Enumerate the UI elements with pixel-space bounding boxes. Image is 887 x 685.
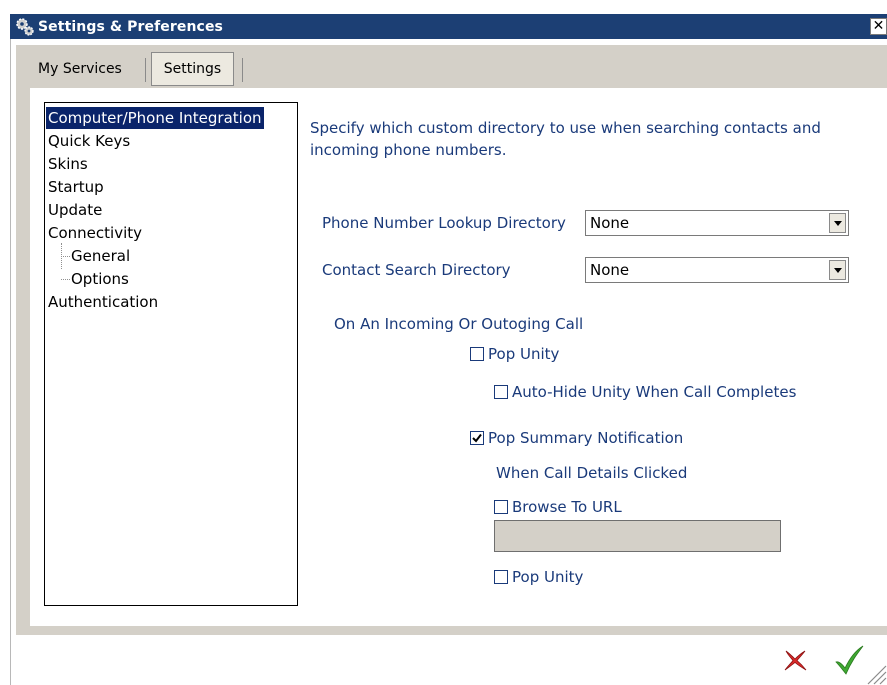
browse-url-checkbox[interactable] [494,500,508,514]
window-border [10,39,11,685]
tree-item-update[interactable]: Update [46,199,104,221]
phone-lookup-value: None [590,214,630,232]
pop-unity-option[interactable]: Pop Unity [470,343,559,365]
pop-unity-label: Pop Unity [488,345,560,363]
pop-unity-2-option[interactable]: Pop Unity [494,566,583,588]
settings-category-tree[interactable]: Computer/Phone Integration Quick Keys Sk… [44,102,298,606]
tree-item-quick-keys[interactable]: Quick Keys [46,130,132,152]
call-details-label: When Call Details Clicked [496,464,688,482]
tree-item-general[interactable]: General [71,245,130,267]
pop-unity-checkbox[interactable] [470,347,484,361]
tree-item-computer-phone-integration[interactable]: Computer/Phone Integration [46,107,264,129]
tree-connector-line [61,279,70,280]
tree-item-authentication[interactable]: Authentication [46,291,160,313]
auto-hide-option[interactable]: Auto-Hide Unity When Call Completes [494,381,796,403]
url-input[interactable] [494,520,781,552]
call-section-label: On An Incoming Or Outoging Call [334,315,584,333]
chevron-down-icon[interactable] [829,260,846,280]
browse-url-label: Browse To URL [512,498,622,516]
chevron-down-icon[interactable] [829,213,846,233]
close-button[interactable]: ✕ [870,18,887,35]
cancel-button[interactable] [780,645,810,675]
pop-summary-option[interactable]: Pop Summary Notification [470,427,683,449]
pop-summary-label: Pop Summary Notification [488,429,684,447]
tree-item-skins[interactable]: Skins [46,153,90,175]
pop-summary-checkbox[interactable] [470,431,484,445]
auto-hide-label: Auto-Hide Unity When Call Completes [512,383,797,401]
checkmark-icon [472,433,482,443]
pop-unity-2-label: Pop Unity [512,568,584,586]
browse-url-option[interactable]: Browse To URL [494,496,622,518]
gears-icon [14,16,36,38]
pop-unity-2-checkbox[interactable] [494,570,508,584]
tab-settings[interactable]: Settings [151,52,234,86]
title-bar: Settings & Preferences ✕ [10,14,887,39]
panel-description: Specify which custom directory to use wh… [310,119,821,159]
tab-divider [145,58,146,82]
phone-lookup-label: Phone Number Lookup Directory [322,214,566,232]
tree-item-startup[interactable]: Startup [46,176,106,198]
contact-search-directory-select[interactable]: None [585,257,849,283]
window-title: Settings & Preferences [38,18,223,35]
phone-lookup-directory-select[interactable]: None [585,210,849,236]
ok-button[interactable] [832,643,866,677]
contact-search-label: Contact Search Directory [322,261,511,279]
resize-grip-icon[interactable] [862,660,887,685]
tab-my-services-label: My Services [38,61,122,77]
tree-item-options[interactable]: Options [71,268,129,290]
contact-search-value: None [590,261,630,279]
tab-settings-label: Settings [163,61,222,77]
auto-hide-checkbox[interactable] [494,385,508,399]
tree-connector-line [61,256,70,257]
tree-item-connectivity[interactable]: Connectivity [46,222,144,244]
tab-divider [242,58,243,82]
tab-my-services[interactable]: My Services [30,52,142,86]
